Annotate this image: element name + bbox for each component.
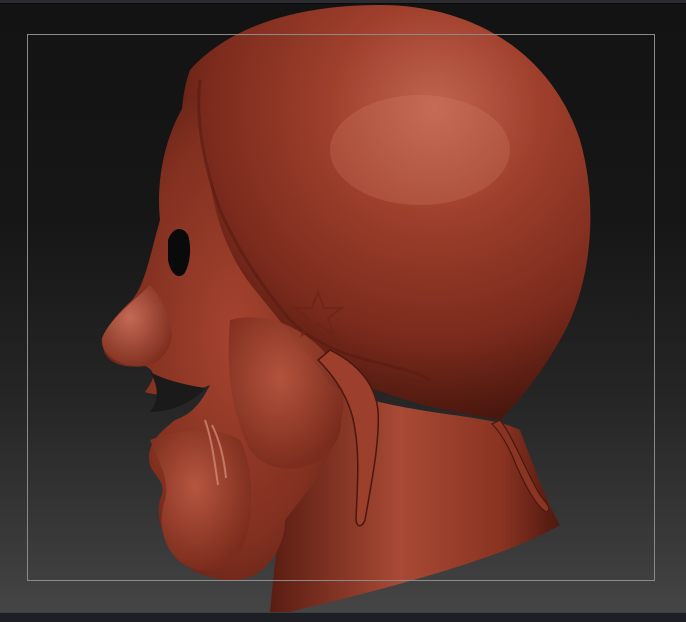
sculpt-viewport[interactable] [0, 0, 686, 622]
crown-highlight [330, 95, 510, 205]
bottom-edge-bar [0, 612, 686, 622]
sculpted-head-model[interactable] [0, 0, 686, 622]
chin-shape [150, 430, 252, 571]
